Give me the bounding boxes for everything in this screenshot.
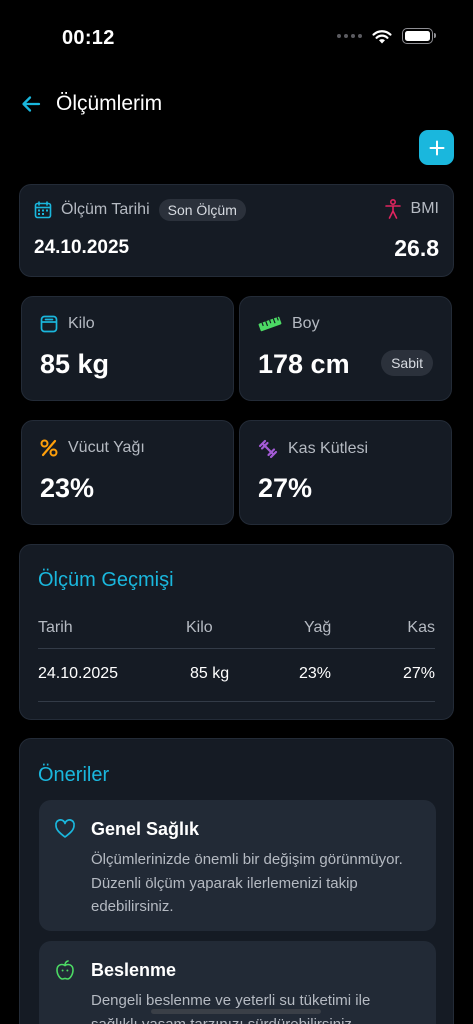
latest-measurement-badge: Son Ölçüm [158,199,246,221]
history-title: Ölçüm Geçmişi [38,569,174,591]
page-title: Ölçümlerim [56,92,163,115]
measurement-history-card: Ölçüm Geçmişi Tarih Kilo Yağ Kas 24.10.2… [19,544,454,720]
back-button[interactable] [20,93,42,115]
scale-icon [40,315,58,333]
body-fat-label: Vücut Yağı [68,439,145,456]
cellular-signal-icon [337,34,362,38]
weight-card: Kilo 85 kg [21,296,234,401]
recommendation-general-health: Genel Sağlık Ölçümlerinizde önemli bir d… [39,800,436,931]
muscle-mass-card: Kas Kütlesi 27% [239,420,452,525]
measurement-summary-card: Ölçüm Tarihi Son Ölçüm 24.10.2025 BMI 26… [19,184,454,277]
status-icons [337,28,436,44]
column-header-muscle: Kas [407,619,435,636]
bmi-label: BMI [410,200,439,217]
height-label: Boy [292,315,320,332]
measurement-date-value: 24.10.2025 [34,237,130,258]
recommendation-title: Beslenme [91,960,177,980]
row-fat: 23% [299,665,332,682]
heart-outline-icon [55,819,75,838]
plus-icon [429,140,444,155]
bmi-value: 26.8 [394,235,439,261]
row-muscle: 27% [402,665,435,682]
column-header-weight: Kilo [186,619,213,636]
fixed-badge: Sabit [381,350,433,376]
recommendations-card: Öneriler Genel Sağlık Ölçümlerinizde öne… [19,738,454,1024]
battery-icon [402,28,436,44]
status-bar: 00:12 [0,0,473,78]
nav-bar: Ölçümlerim [20,88,162,120]
recommendation-title: Genel Sağlık [91,819,200,839]
recommendation-text: Ölçümlerinizde önemli bir değişim görünm… [91,851,403,915]
row-date: 24.10.2025 [38,665,119,682]
bmi-header: BMI [384,199,439,219]
weight-header: Kilo [40,315,95,333]
weight-label: Kilo [68,315,95,332]
measurement-date-label: Ölçüm Tarihi [61,201,150,218]
wifi-icon [372,29,392,43]
column-header-fat: Yağ [304,619,332,636]
dumbbell-icon [258,439,278,459]
row-weight: 85 kg [190,665,230,682]
add-measurement-button[interactable] [419,130,454,165]
table-divider [38,701,435,702]
ruler-icon [258,316,282,332]
height-value: 178 cm [258,349,350,379]
table-row[interactable]: 24.10.2025 85 kg 23% 27% [38,665,435,685]
height-card: Boy 178 cm Sabit [239,296,452,401]
recommendation-text: Dengeli beslenme ve yeterli su tüketimi … [91,992,371,1024]
measurement-date-header: Ölçüm Tarihi Son Ölçüm [34,199,246,221]
percent-icon [40,439,58,457]
person-icon [384,199,401,219]
arrow-left-icon [22,96,41,112]
home-indicator[interactable] [151,1009,321,1014]
column-header-date: Tarih [38,619,73,636]
recommendations-title: Öneriler [38,764,110,786]
history-table-header: Tarih Kilo Yağ Kas [38,619,435,639]
apple-icon [56,960,74,980]
muscle-mass-header: Kas Kütlesi [258,439,368,459]
status-time: 00:12 [62,27,115,49]
calendar-icon [34,201,52,219]
height-header: Boy [258,315,320,333]
muscle-mass-value: 27% [258,473,313,503]
body-fat-value: 23% [40,473,95,503]
table-divider [38,648,435,649]
body-fat-card: Vücut Yağı 23% [21,420,234,525]
body-fat-header: Vücut Yağı [40,439,145,457]
muscle-mass-label: Kas Kütlesi [288,440,369,457]
weight-value: 85 kg [40,349,110,379]
